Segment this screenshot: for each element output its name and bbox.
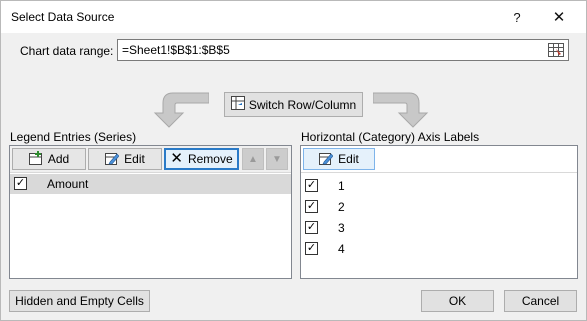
arrow-right-icon — [373, 92, 429, 128]
select-data-source-dialog: Select Data Source ? ✕ Chart data range:… — [0, 0, 587, 321]
chart-data-range-value: =Sheet1!$B$1:$B$5 — [122, 43, 230, 57]
chart-data-range-input[interactable]: =Sheet1!$B$1:$B$5 — [117, 39, 569, 61]
axis-labels-panel: Edit ✓ 1 ✓ 2 ✓ 3 ✓ 4 — [300, 145, 578, 279]
axis-label-value: 3 — [338, 221, 345, 235]
close-button[interactable]: ✕ — [539, 1, 579, 33]
remove-label: Remove — [187, 152, 233, 166]
cancel-button[interactable]: Cancel — [504, 290, 577, 312]
list-item[interactable]: ✓ 3 — [301, 218, 577, 238]
list-item[interactable]: ✓ 1 — [301, 176, 577, 196]
axis-labels-label: Horizontal (Category) Axis Labels — [301, 130, 480, 144]
checkbox-checked-icon[interactable]: ✓ — [14, 177, 27, 190]
title-bar: Select Data Source ? ✕ — [1, 1, 586, 33]
move-down-button[interactable]: ▼ — [266, 148, 288, 170]
triangle-down-icon: ▼ — [272, 153, 282, 165]
edit-icon — [319, 151, 334, 168]
dialog-title: Select Data Source — [11, 10, 115, 24]
axis-label-value: 4 — [338, 242, 345, 256]
checkbox-checked-icon[interactable]: ✓ — [305, 242, 318, 255]
chart-data-range-label: Chart data range: — [20, 44, 114, 58]
axis-label-value: 2 — [338, 200, 345, 214]
add-label: Add — [47, 152, 70, 166]
list-item[interactable]: ✓ 2 — [301, 197, 577, 217]
switch-row-column-label: Switch Row/Column — [248, 97, 357, 112]
series-label: Amount — [47, 177, 89, 191]
arrow-left-icon — [153, 92, 209, 128]
move-up-button[interactable]: ▲ — [242, 148, 264, 170]
edit-icon — [105, 151, 120, 168]
legend-entries-panel: Add Edit ✕ Remove ▲ ▼ ✓ Amount — [9, 145, 292, 279]
edit-label: Edit — [124, 152, 145, 166]
switch-row-column-button[interactable]: Switch Row/Column — [224, 92, 363, 117]
triangle-up-icon: ▲ — [248, 153, 258, 165]
checkbox-checked-icon[interactable]: ✓ — [305, 179, 318, 192]
switch-row-column-icon — [230, 96, 245, 113]
ok-button[interactable]: OK — [421, 290, 494, 312]
add-icon — [28, 150, 43, 168]
checkbox-checked-icon[interactable]: ✓ — [305, 221, 318, 234]
edit-label: Edit — [338, 152, 359, 166]
checkbox-checked-icon[interactable]: ✓ — [305, 200, 318, 213]
remove-series-button[interactable]: ✕ Remove — [164, 148, 239, 170]
edit-series-button[interactable]: Edit — [88, 148, 162, 170]
range-picker-icon[interactable] — [546, 40, 566, 60]
add-series-button[interactable]: Add — [12, 148, 86, 170]
legend-entries-label: Legend Entries (Series) — [10, 130, 137, 144]
help-button[interactable]: ? — [497, 1, 537, 33]
remove-x-icon: ✕ — [170, 150, 183, 167]
hidden-empty-cells-button[interactable]: Hidden and Empty Cells — [9, 290, 150, 312]
edit-axis-labels-button[interactable]: Edit — [303, 148, 375, 170]
list-item[interactable]: ✓ Amount — [10, 174, 291, 194]
axis-label-value: 1 — [338, 179, 345, 193]
list-item[interactable]: ✓ 4 — [301, 239, 577, 259]
